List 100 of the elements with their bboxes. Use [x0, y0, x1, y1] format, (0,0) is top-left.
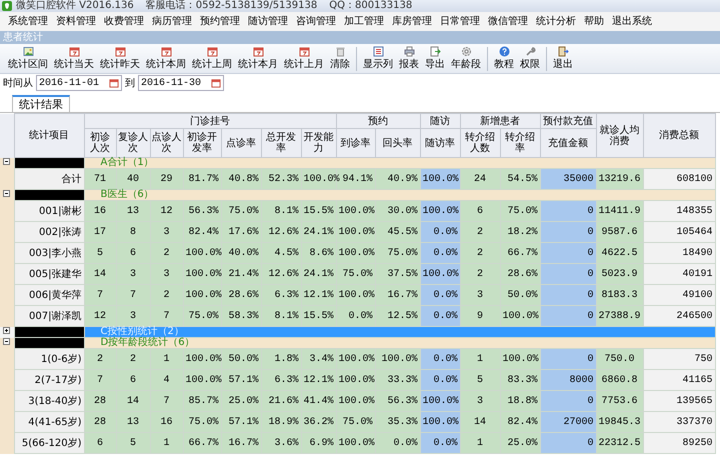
- table-cell: 3: [150, 264, 183, 284]
- trash-icon: [334, 46, 346, 57]
- toolbar-button[interactable]: 统计上月: [281, 46, 327, 71]
- row-label-cell: 006|黄华萍: [14, 284, 84, 306]
- calendar-icon: [160, 46, 172, 57]
- table-cell: 100.0%: [375, 348, 420, 370]
- table-cell: 7: [150, 390, 183, 412]
- expander-icon[interactable]: [3, 338, 10, 345]
- start-date-field[interactable]: 2016-11-01: [36, 75, 122, 91]
- column-header: 复诊人次: [116, 128, 150, 158]
- expander-icon[interactable]: [3, 326, 10, 334]
- expander-icon[interactable]: [3, 158, 10, 165]
- toolbar-button[interactable]: 权限: [517, 46, 543, 71]
- toolbar-button[interactable]: 统计本周: [143, 46, 189, 71]
- picture-icon: [22, 46, 34, 57]
- calendar-icon: [252, 46, 264, 57]
- toolbar-button[interactable]: 统计区间: [5, 46, 51, 71]
- table-cell: 35000: [540, 168, 596, 190]
- table-cell: 27000: [540, 412, 596, 432]
- menu-item[interactable]: 加工管理: [340, 14, 388, 28]
- table-cell: 8.1%: [261, 306, 301, 326]
- table-cell: 0.0%: [420, 370, 460, 390]
- toolbar-button[interactable]: 清除: [327, 46, 353, 71]
- group-row-label[interactable]: B医生（6）: [84, 190, 716, 200]
- column-header: 新增患者: [460, 114, 540, 128]
- column-header: 随访率: [420, 128, 460, 158]
- toolbar-button[interactable]: 统计上周: [189, 46, 235, 71]
- menu-item[interactable]: 咨询管理: [292, 14, 340, 28]
- group-row-label[interactable]: A合计（1）: [84, 158, 716, 168]
- table-cell: 12: [150, 200, 183, 222]
- table-cell: 5023.9: [596, 264, 644, 284]
- table-cell: 5: [460, 370, 500, 390]
- table-cell: 7: [150, 306, 183, 326]
- table-cell: 100.0%: [336, 432, 376, 454]
- table-cell: 100.0%: [420, 200, 460, 222]
- table-cell: 14: [116, 390, 150, 412]
- menu-item[interactable]: 库房管理: [388, 14, 436, 28]
- menu-item[interactable]: 统计分析: [532, 14, 580, 28]
- menu-item[interactable]: 微信管理: [484, 14, 532, 28]
- table-cell: 3: [460, 284, 500, 306]
- toolbar-button[interactable]: 报表: [396, 46, 422, 71]
- table-cell: 2: [84, 348, 116, 370]
- expander-icon[interactable]: [3, 190, 10, 197]
- redacted-block: [14, 326, 84, 338]
- table-cell: 3: [116, 264, 150, 284]
- table-cell: 16.7%: [221, 432, 261, 454]
- table-cell: 7: [84, 370, 116, 390]
- row-label-cell: 合计: [14, 168, 84, 190]
- table-cell: 0.0%: [420, 306, 460, 326]
- toolbar-button[interactable]: 年龄段: [448, 46, 484, 71]
- table-cell: 21.4%: [221, 264, 261, 284]
- menu-item[interactable]: 收费管理: [100, 14, 148, 28]
- menu-item[interactable]: 退出系统: [608, 14, 656, 28]
- table-cell: 7753.6: [596, 390, 644, 412]
- toolbar-button[interactable]: 教程: [491, 46, 517, 71]
- menu-item[interactable]: 日常管理: [436, 14, 484, 28]
- calendar-icon: [206, 46, 218, 57]
- table-cell: 246500: [643, 306, 716, 326]
- table-cell: 33.3%: [375, 370, 420, 390]
- table-cell: 5: [116, 432, 150, 454]
- menu-item[interactable]: 系统管理: [4, 14, 52, 28]
- table-cell: 8183.3: [596, 284, 644, 306]
- menu-item[interactable]: 随访管理: [244, 14, 292, 28]
- column-header: 就诊人均消费: [596, 114, 644, 158]
- table-cell: 40.0%: [221, 242, 261, 264]
- toolbar-button[interactable]: 统计昨天: [97, 46, 143, 71]
- toolbar-button[interactable]: 统计本月: [235, 46, 281, 71]
- table-cell: 24.1%: [301, 222, 336, 242]
- menu-item[interactable]: 帮助: [580, 14, 608, 28]
- menu-item[interactable]: 资料管理: [52, 14, 100, 28]
- toolbar-button[interactable]: 退出: [550, 46, 576, 71]
- table-cell: 6.3%: [261, 284, 301, 306]
- group-row-label[interactable]: D按年龄段统计（6）: [84, 338, 716, 348]
- calendar-icon: [114, 46, 126, 57]
- table-cell: 30.0%: [375, 200, 420, 222]
- table-cell: 6.3%: [261, 370, 301, 390]
- toolbar-button[interactable]: 显示列: [360, 46, 396, 71]
- panel-title: 患者统计: [0, 31, 720, 44]
- tab[interactable]: 统计结果: [12, 95, 70, 112]
- table-cell: 15.5%: [301, 200, 336, 222]
- table-cell: 148355: [643, 200, 716, 222]
- redacted-block: [14, 158, 84, 168]
- list-icon: [372, 46, 384, 57]
- menu-item[interactable]: 病历管理: [148, 14, 196, 28]
- table-cell: 8.6%: [301, 242, 336, 264]
- table-cell: 1: [150, 432, 183, 454]
- row-label-cell: 1(0-6岁): [14, 348, 84, 370]
- table-cell: 0: [540, 306, 596, 326]
- table-cell: 3.4%: [301, 348, 336, 370]
- table-cell: 2: [460, 222, 500, 242]
- toolbar-button[interactable]: 统计当天: [51, 46, 97, 71]
- toolbar-button[interactable]: 导出: [422, 46, 448, 71]
- table-cell: 3: [150, 222, 183, 242]
- table-cell: 100.0%: [420, 412, 460, 432]
- table-cell: 18.8%: [500, 390, 540, 412]
- menu-item[interactable]: 预约管理: [196, 14, 244, 28]
- table-cell: 41165: [643, 370, 716, 390]
- table-cell: 40191: [643, 264, 716, 284]
- end-date-field[interactable]: 2016-11-30: [138, 75, 224, 91]
- table-cell: 7: [84, 284, 116, 306]
